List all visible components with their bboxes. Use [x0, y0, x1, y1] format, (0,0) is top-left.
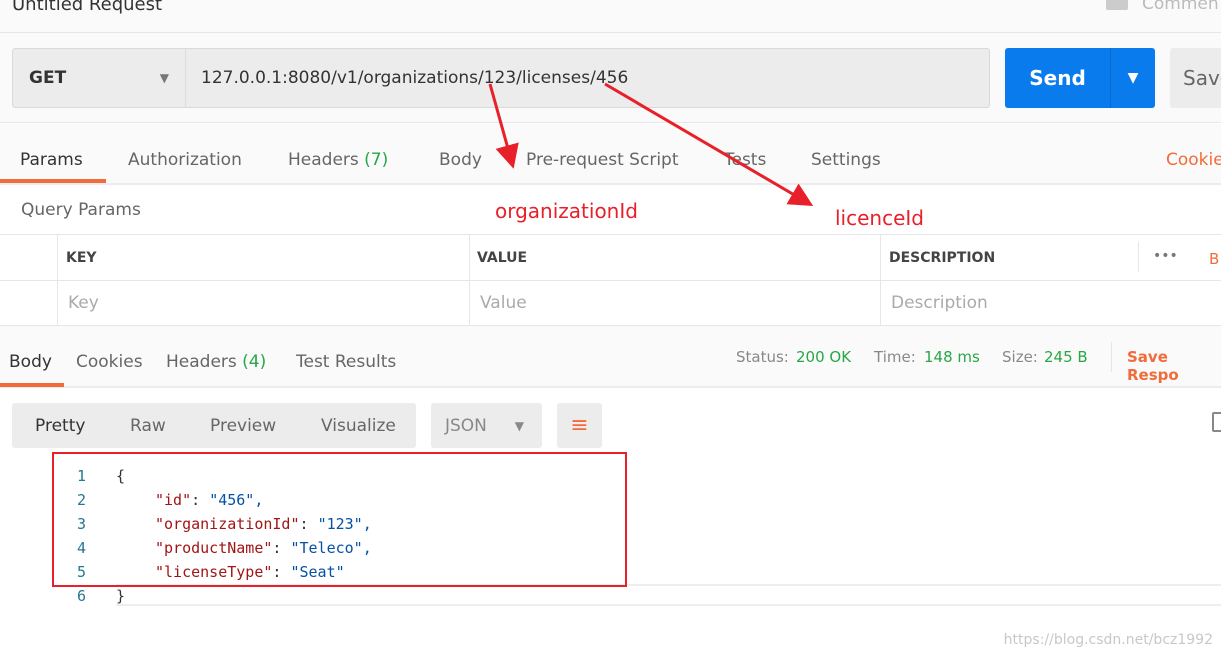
annotation-arrow	[488, 83, 519, 169]
annotation-label: licenceId	[835, 206, 924, 230]
watermark: https://blog.csdn.net/bcz1992	[1003, 632, 1213, 648]
annotation-box	[52, 452, 627, 587]
annotation-label: organizationId	[495, 199, 638, 223]
annotation-arrow	[604, 82, 814, 207]
annotation-overlay	[52, 82, 814, 587]
